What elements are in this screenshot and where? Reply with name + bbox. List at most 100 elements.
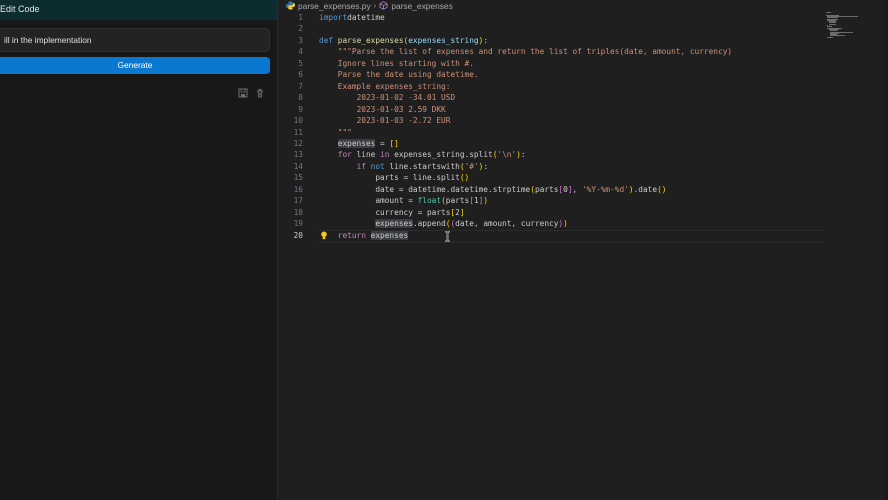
- line-number: 1: [298, 13, 303, 22]
- code-text[interactable]: return expenses: [319, 230, 409, 241]
- code-line[interactable]: 13 for line in expenses_string.split('\n…: [278, 149, 888, 160]
- lightbulb-icon[interactable]: [320, 231, 328, 240]
- line-number: 4: [298, 47, 303, 57]
- code-text[interactable]: Example expenses_string:: [319, 81, 451, 92]
- code-line[interactable]: 10 2023-01-03 -2.72 EUR: [278, 115, 888, 126]
- save-icon[interactable]: [238, 88, 248, 98]
- code-text[interactable]: date = datetime.datetime.strptime(parts[…: [319, 184, 666, 195]
- code-token: 2023-01-03 2.59 DKK: [356, 104, 446, 114]
- code-token: expenses_string.split: [389, 150, 493, 160]
- code-text[interactable]: for line in expenses_string.split('\n'):: [319, 149, 526, 160]
- code-text[interactable]: parts = line.split(): [319, 172, 469, 183]
- line-number: 10: [293, 116, 303, 126]
- code-line[interactable]: 18 currency = parts[2]: [278, 207, 888, 218]
- code-line[interactable]: 12 expenses = []: [278, 138, 888, 149]
- code-token: expenses: [337, 138, 376, 148]
- code-token: amount =: [375, 196, 418, 206]
- code-line[interactable]: 8 2023-01-02 -34.01 USD: [278, 92, 888, 103]
- panel-title: Edit Code: [0, 4, 40, 14]
- code-line[interactable]: 5 Ignore lines starting with #.: [278, 58, 888, 69]
- code-text[interactable]: importdatetime: [319, 12, 385, 23]
- code-token: currency = parts: [375, 207, 451, 217]
- code-token: ): [563, 219, 568, 229]
- breadcrumb-file[interactable]: parse_expenses.py: [298, 1, 371, 11]
- code-token: datetime: [347, 13, 385, 22]
- line-number: 19: [293, 219, 303, 229]
- code-text[interactable]: def parse_expenses(expenses_string):: [319, 35, 488, 46]
- code-line[interactable]: 9 2023-01-03 2.59 DKK: [278, 104, 888, 115]
- edit-code-panel: Edit Code ill in the implementation Gene…: [0, 0, 277, 500]
- code-token: Ignore lines starting with #.: [337, 58, 474, 68]
- code-text[interactable]: currency = parts[2]: [319, 207, 464, 218]
- vertical-scrollbar[interactable]: [884, 0, 888, 500]
- code-text[interactable]: 2023-01-03 -2.72 EUR: [319, 115, 451, 126]
- method-symbol-icon: [379, 1, 388, 10]
- code-token: date, amount, currency: [455, 219, 559, 229]
- code-line[interactable]: 4 """Parse the list of expenses and retu…: [278, 46, 888, 57]
- code-token: =: [375, 138, 390, 148]
- code-editor[interactable]: parse_expenses.py › parse_expenses 1 impo…: [278, 0, 888, 500]
- line-number: 14: [293, 161, 303, 171]
- code-line[interactable]: 15 parts = line.split(): [278, 172, 888, 183]
- code-token: not: [370, 161, 385, 171]
- code-token: float: [417, 196, 442, 206]
- breadcrumb-symbol[interactable]: parse_expenses: [391, 1, 452, 11]
- code-line[interactable]: 14 if not line.startswith('#'):: [278, 161, 888, 172]
- code-token: """Parse the list of expenses and return…: [337, 47, 733, 57]
- code-text[interactable]: expenses = []: [319, 138, 399, 149]
- code-text[interactable]: expenses.append((date, amount, currency)…: [319, 218, 568, 229]
- minimap[interactable]: [826, 12, 864, 38]
- prompt-input[interactable]: ill in the implementation: [0, 28, 270, 52]
- code-token: :: [483, 161, 489, 171]
- code-token: 2023-01-02 -34.01 USD: [356, 93, 456, 103]
- code-token: parts: [534, 184, 559, 194]
- code-line[interactable]: 7 Example expenses_string:: [278, 81, 888, 92]
- line-number: 18: [293, 207, 303, 217]
- line-number: 16: [293, 184, 303, 194]
- code-token: Example expenses_string:: [337, 81, 451, 91]
- code-token: parse_expenses: [337, 35, 404, 45]
- code-line[interactable]: 19 expenses.append((date, amount, curren…: [278, 218, 888, 229]
- code-line[interactable]: 2: [278, 23, 888, 34]
- line-number: 17: [293, 196, 303, 206]
- code-text[interactable]: """: [319, 127, 352, 138]
- code-token: 2023-01-03 -2.72 EUR: [356, 116, 451, 126]
- code-token: ,: [572, 184, 582, 194]
- code-text[interactable]: 2023-01-03 2.59 DKK: [319, 104, 446, 115]
- line-number: 15: [293, 173, 303, 183]
- python-file-icon: [286, 1, 295, 10]
- code-text[interactable]: Parse the date using datetime.: [319, 69, 479, 80]
- code-line[interactable]: 11 """: [278, 127, 888, 138]
- line-number: 7: [298, 81, 303, 91]
- code-line[interactable]: 3 def parse_expenses(expenses_string):: [278, 35, 888, 46]
- code-token: .append: [412, 219, 446, 229]
- code-line[interactable]: 16 date = datetime.datetime.strptime(par…: [278, 184, 888, 195]
- code-text[interactable]: if not line.startswith('#'):: [319, 161, 489, 172]
- code-line[interactable]: 20 return expenses: [278, 230, 888, 241]
- code-line[interactable]: 17 amount = float(parts[1]): [278, 195, 888, 206]
- code-token: '%Y-%m-%d': [581, 184, 629, 194]
- code-text[interactable]: """Parse the list of expenses and return…: [319, 46, 732, 57]
- trash-icon[interactable]: [255, 88, 265, 98]
- generate-button[interactable]: Generate: [0, 57, 270, 74]
- code-token: if: [356, 161, 366, 171]
- code-token: []: [389, 138, 399, 148]
- minimap-line: [827, 36, 833, 38]
- code-token: import: [319, 13, 348, 22]
- code-line[interactable]: 6 Parse the date using datetime.: [278, 69, 888, 80]
- code-token: Parse the date using datetime.: [337, 70, 479, 80]
- code-token: expenses: [375, 219, 413, 229]
- code-line[interactable]: 1 importdatetime: [278, 12, 888, 23]
- code-text[interactable]: Ignore lines starting with #.: [319, 58, 474, 69]
- code-token: return: [337, 230, 366, 240]
- code-text[interactable]: amount = float(parts[1]): [319, 195, 488, 206]
- code-text[interactable]: 2023-01-02 -34.01 USD: [319, 92, 456, 103]
